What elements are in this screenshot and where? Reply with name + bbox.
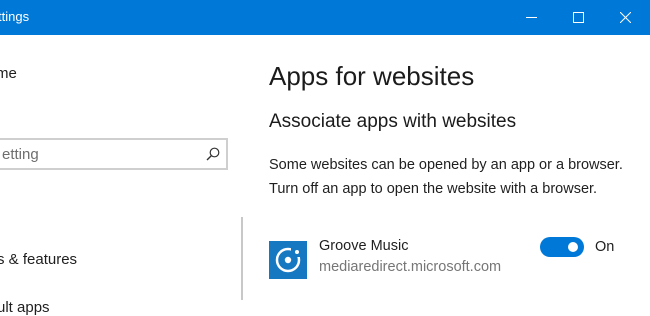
search-icon[interactable] (206, 147, 220, 161)
app-url: mediaredirect.microsoft.com (319, 259, 502, 275)
title-bar: ttings (0, 0, 650, 35)
groove-music-icon (269, 241, 307, 279)
section-title: Associate apps with websites (269, 111, 517, 132)
maximize-icon (572, 12, 584, 23)
sidebar-divider (241, 217, 243, 300)
app-toggle-switch[interactable] (540, 237, 584, 257)
sidebar-item-apps-features[interactable]: s & features (0, 251, 77, 268)
toggle-knob (568, 242, 578, 252)
window-title: ttings (0, 9, 30, 24)
minimize-icon (525, 12, 537, 23)
search-input[interactable] (0, 140, 202, 168)
maximize-button[interactable] (555, 0, 601, 35)
app-name: Groove Music (319, 238, 409, 254)
sidebar-home-link[interactable]: me (0, 65, 17, 82)
close-icon (619, 12, 631, 23)
page-title: Apps for websites (269, 61, 475, 91)
description-text: Some websites can be opened by an app or… (269, 157, 623, 197)
toggle-state-label: On (595, 239, 615, 255)
minimize-button[interactable] (508, 0, 554, 35)
sidebar-item-default-apps[interactable]: ult apps (0, 299, 50, 316)
sidebar: me s & features ult apps (0, 35, 243, 316)
close-button[interactable] (602, 0, 648, 35)
search-box[interactable] (0, 138, 228, 170)
